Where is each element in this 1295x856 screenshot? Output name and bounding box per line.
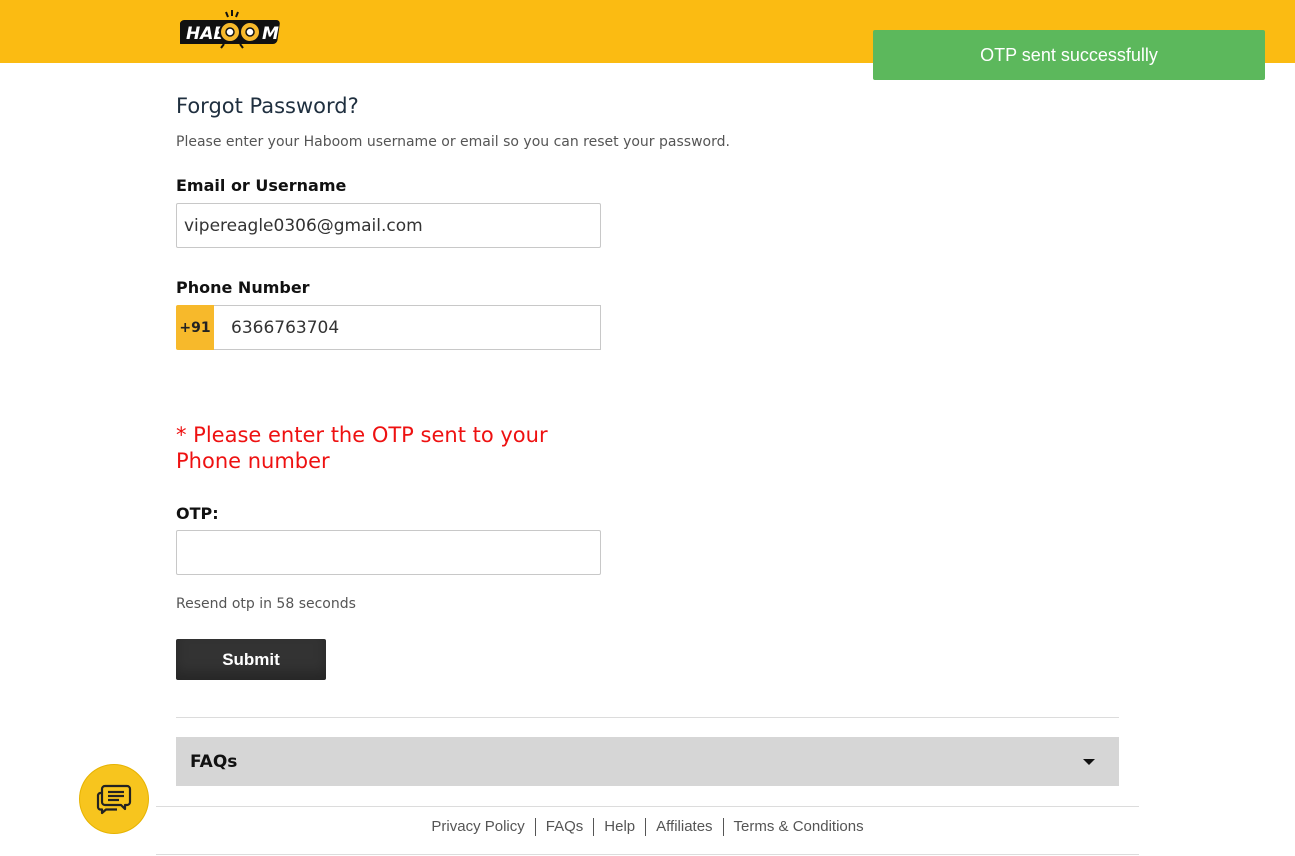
chat-bubble-icon <box>96 784 132 815</box>
phone-label: Phone Number <box>176 278 310 297</box>
footer-divider-top <box>156 806 1139 807</box>
phone-field[interactable] <box>214 305 601 350</box>
success-toast[interactable]: OTP sent successfully <box>873 30 1265 80</box>
footer-link-privacy-policy[interactable]: Privacy Policy <box>421 818 536 836</box>
chat-button[interactable] <box>80 765 148 833</box>
otp-warning-message: * Please enter the OTP sent to your Phon… <box>176 423 548 473</box>
phone-field-group: +91 <box>176 305 601 350</box>
haboom-logo[interactable]: HAB M <box>180 8 284 52</box>
country-code-prefix: +91 <box>176 305 214 350</box>
footer-divider-bottom <box>156 854 1139 855</box>
divider <box>176 717 1119 718</box>
faq-accordion-label: FAQs <box>190 751 238 772</box>
email-field[interactable] <box>176 203 601 248</box>
otp-field[interactable] <box>176 530 601 575</box>
otp-label: OTP: <box>176 504 219 523</box>
footer-link-faqs[interactable]: FAQs <box>536 818 595 836</box>
footer-links: Privacy Policy FAQs Help Affiliates Term… <box>156 818 1139 836</box>
email-label: Email or Username <box>176 176 347 195</box>
page-subtitle: Please enter your Haboom username or ema… <box>176 134 730 150</box>
footer-link-terms[interactable]: Terms & Conditions <box>724 818 874 836</box>
submit-button[interactable]: Submit <box>176 639 326 680</box>
faq-accordion[interactable]: FAQs <box>176 737 1119 786</box>
page-title: Forgot Password? <box>176 94 359 118</box>
footer-link-affiliates[interactable]: Affiliates <box>646 818 724 836</box>
resend-otp-countdown: Resend otp in 58 seconds <box>176 596 356 612</box>
svg-text:M: M <box>262 24 279 44</box>
caret-down-icon[interactable] <box>1083 758 1095 765</box>
footer-link-help[interactable]: Help <box>594 818 647 836</box>
